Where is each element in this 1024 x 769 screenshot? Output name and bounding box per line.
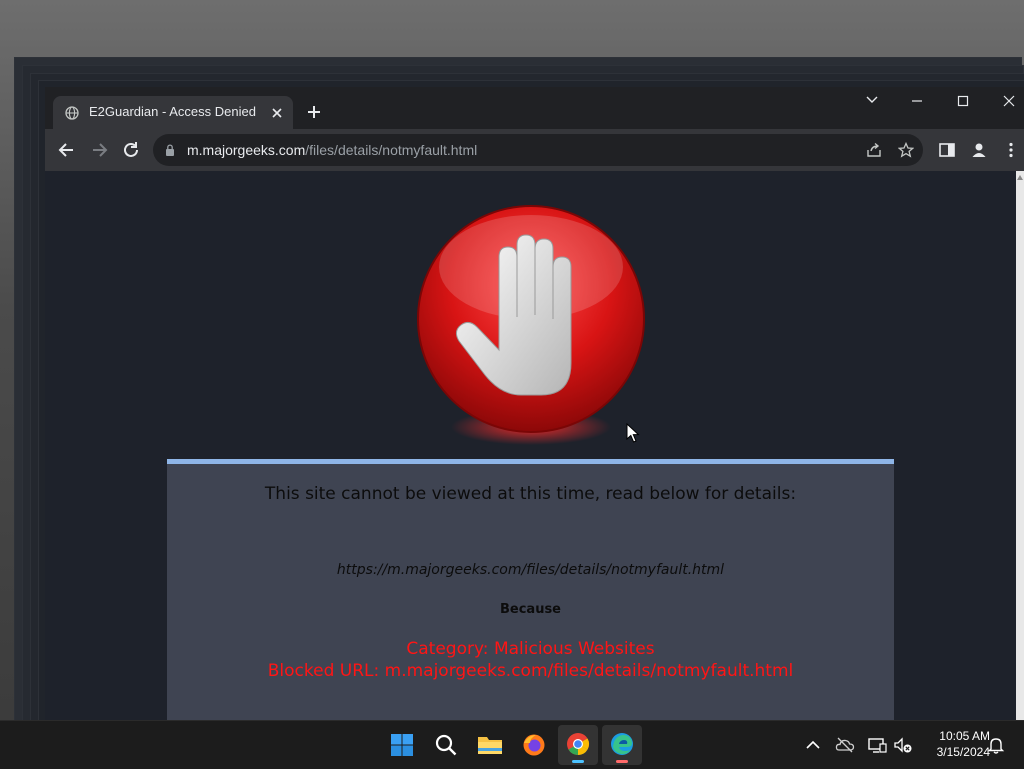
address-bar[interactable]: m.majorgeeks.com/files/details/notmyfaul… — [153, 134, 923, 166]
blocked-url-reason: Blocked URL: m.majorgeeks.com/files/deta… — [267, 661, 794, 681]
edge-icon — [611, 733, 633, 755]
blocked-url-text: https://m.majorgeeks.com/files/details/n… — [336, 562, 725, 578]
clock-time: 10:05 AM — [939, 729, 990, 743]
volume-muted-icon[interactable] — [893, 735, 913, 755]
menu-kebab-icon[interactable] — [1002, 141, 1020, 159]
back-icon[interactable] — [57, 140, 77, 160]
chrome-icon — [567, 733, 589, 755]
close-icon — [1003, 95, 1015, 107]
close-window-button[interactable] — [987, 87, 1024, 115]
clock-date: 3/15/2024 — [936, 745, 990, 759]
firefox-icon — [523, 734, 545, 756]
active-app-indicator — [616, 760, 628, 763]
edge-button[interactable] — [602, 725, 642, 765]
globe-icon — [65, 106, 79, 120]
maximize-icon — [957, 95, 969, 107]
page-scrollbar[interactable] — [1016, 171, 1024, 720]
network-icon[interactable] — [867, 735, 887, 755]
tab-search-button[interactable] — [849, 87, 895, 115]
profile-icon[interactable] — [970, 141, 988, 159]
browser-toolbar: m.majorgeeks.com/files/details/notmyfaul… — [45, 129, 1024, 171]
forward-icon[interactable] — [89, 140, 109, 160]
lock-icon[interactable] — [165, 144, 175, 156]
side-panel-icon[interactable] — [938, 141, 956, 159]
denied-headline: This site cannot be viewed at this time,… — [264, 484, 797, 504]
minimize-icon — [912, 100, 922, 102]
tab-strip: E2Guardian - Access Denied — [45, 87, 1024, 129]
search-button[interactable] — [426, 725, 466, 765]
mouse-pointer-icon — [626, 423, 640, 443]
access-denied-panel: This site cannot be viewed at this time,… — [167, 459, 894, 720]
tab-active[interactable]: E2Guardian - Access Denied — [53, 96, 293, 129]
start-icon — [391, 734, 413, 756]
scroll-up-icon[interactable] — [1017, 175, 1023, 180]
onedrive-icon[interactable] — [835, 735, 855, 755]
new-tab-icon[interactable] — [305, 103, 323, 121]
start-button[interactable] — [382, 725, 422, 765]
browser-window: E2Guardian - Access Denied m.majorgeeks.… — [45, 87, 1024, 720]
taskbar: 10:05 AM 3/15/2024 — [0, 720, 1024, 769]
maximize-button[interactable] — [941, 87, 987, 115]
page-content: This site cannot be viewed at this time,… — [45, 171, 1016, 720]
chevron-down-icon — [866, 96, 878, 103]
file-explorer-button[interactable] — [470, 725, 510, 765]
url-text: m.majorgeeks.com/files/details/notmyfaul… — [187, 142, 477, 158]
share-icon[interactable] — [866, 142, 882, 158]
stop-hand-icon — [417, 205, 645, 445]
minimize-button[interactable] — [895, 87, 941, 115]
active-app-indicator — [572, 760, 584, 763]
reload-icon[interactable] — [121, 140, 141, 160]
tab-title: E2Guardian - Access Denied — [89, 104, 256, 119]
url-path: /files/details/notmyfault.html — [305, 142, 478, 158]
search-icon — [435, 734, 457, 756]
chrome-button[interactable] — [558, 725, 598, 765]
firefox-button[interactable] — [514, 725, 554, 765]
because-label: Because — [499, 602, 561, 617]
system-clock[interactable]: 10:05 AM 3/15/2024 — [918, 728, 990, 760]
category-reason: Category: Malicious Websites — [406, 639, 655, 659]
tab-close-icon[interactable] — [269, 105, 285, 121]
chevron-up-icon[interactable] — [803, 735, 823, 755]
url-host: m.majorgeeks.com — [187, 142, 306, 158]
notification-bell-icon[interactable] — [986, 735, 1006, 755]
bookmark-star-icon[interactable] — [898, 142, 914, 158]
file-explorer-icon — [478, 737, 502, 754]
